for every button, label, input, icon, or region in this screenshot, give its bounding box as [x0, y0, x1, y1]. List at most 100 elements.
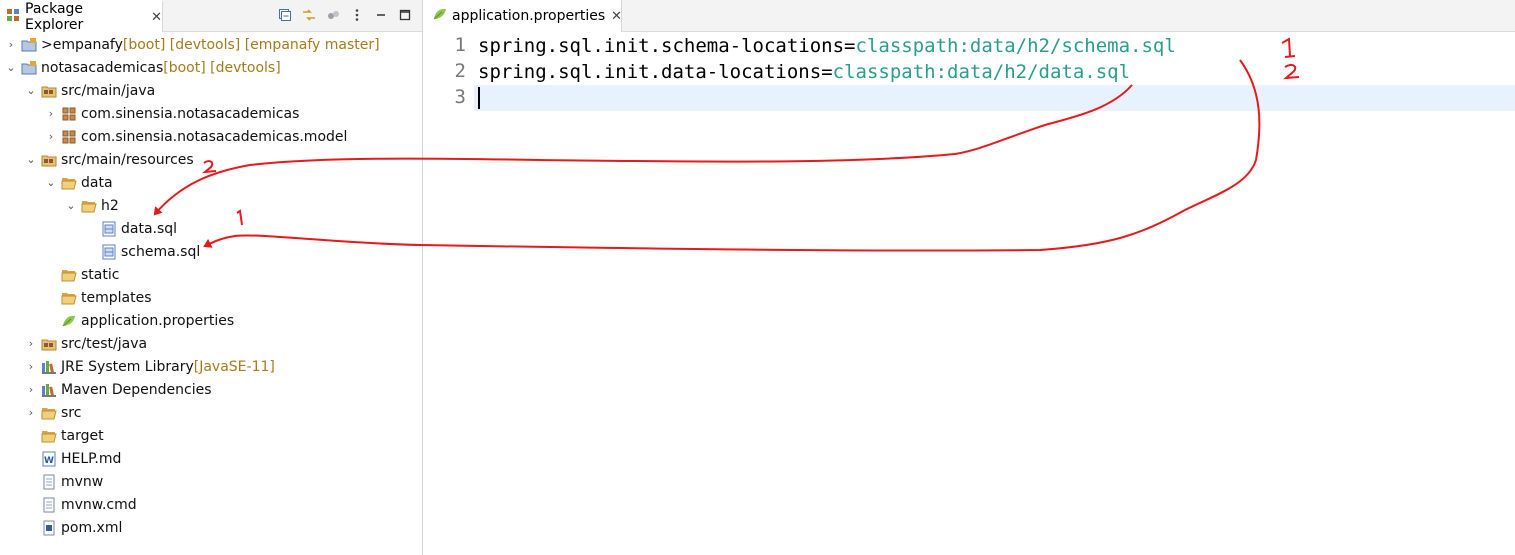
current-line-highlight	[474, 85, 1515, 111]
property-value: classpath:data/h2/schema.sql	[855, 35, 1176, 57]
tree-item-static[interactable]: static	[44, 263, 119, 286]
property-separator: =	[821, 61, 833, 83]
tree-item-pkg-model[interactable]: › com.sinensia.notasacademicas.model	[44, 125, 348, 148]
chevron-down-icon[interactable]: ⌄	[24, 84, 38, 97]
source-folder-icon	[41, 336, 57, 352]
tree-item-src-test-java[interactable]: › src/test/java	[24, 332, 147, 355]
close-icon[interactable]: ✕	[611, 9, 622, 24]
chevron-right-icon[interactable]: ›	[24, 383, 38, 396]
chevron-right-icon[interactable]: ›	[44, 130, 58, 143]
folder-open-icon	[61, 175, 77, 191]
tree-item-jre[interactable]: › JRE System Library [JavaSE-11]	[24, 355, 275, 378]
tree-item-pkg-root[interactable]: › com.sinensia.notasacademicas	[44, 102, 300, 125]
link-with-editor-icon[interactable]	[300, 6, 318, 24]
code-line-3[interactable]	[478, 85, 480, 111]
view-toolbar	[276, 6, 414, 24]
library-icon	[41, 359, 57, 375]
chevron-right-icon[interactable]: ›	[4, 38, 18, 51]
code-line-2[interactable]: spring.sql.init.data-locations = classpath…	[478, 59, 1130, 85]
minimize-icon[interactable]	[372, 6, 390, 24]
source-folder-icon	[41, 152, 57, 168]
close-icon[interactable]: ✕	[151, 10, 162, 25]
maximize-icon[interactable]	[396, 6, 414, 24]
explorer-tabbar: Package Explorer ✕	[0, 0, 422, 33]
tree-item-src[interactable]: › src	[24, 401, 82, 424]
tree-item-mvnw[interactable]: mvnw	[24, 470, 103, 493]
tree-item-label: JRE System Library	[61, 358, 194, 375]
tree-item-label: HELP.md	[61, 450, 122, 467]
property-separator: =	[844, 35, 856, 57]
tree-item-label: src/test/java	[61, 335, 148, 352]
tree-item-label: schema.sql	[121, 243, 201, 260]
tree-item-data[interactable]: ⌄ data	[44, 171, 113, 194]
chevron-right-icon[interactable]: ›	[44, 107, 58, 120]
spring-leaf-icon	[61, 313, 77, 329]
view-menu-icon[interactable]	[348, 6, 366, 24]
tree-item-label: com.sinensia.notasacademicas.model	[81, 128, 348, 145]
tab-application-properties[interactable]: application.properties ✕	[424, 0, 622, 32]
tree-item-target[interactable]: target	[24, 424, 104, 447]
line-number: 1	[454, 34, 466, 56]
text-file-icon	[41, 497, 57, 513]
tree-item-maven-deps[interactable]: › Maven Dependencies	[24, 378, 212, 401]
tree-item-schema-sql[interactable]: schema.sql	[84, 240, 200, 263]
chevron-right-icon[interactable]: ›	[24, 337, 38, 350]
collapse-all-icon[interactable]	[276, 6, 294, 24]
svg-text:W: W	[44, 456, 54, 466]
xml-file-icon	[41, 520, 57, 536]
tree-item-empanafy[interactable]: › > empanafy [boot] [devtools] [empanafy …	[4, 33, 380, 56]
line-number-ruler: 1 2 3	[424, 33, 474, 555]
property-key: spring.sql.init.schema-locations	[478, 35, 845, 57]
tree-item-notasacademicas[interactable]: ⌄ notasacademicas [boot] [devtools]	[4, 56, 280, 79]
chevron-right-icon[interactable]: ›	[24, 360, 38, 373]
package-icon	[61, 129, 77, 145]
tree-item-help-md[interactable]: W HELP.md	[24, 447, 121, 470]
folder-open-icon	[61, 290, 77, 306]
tree-item-label: h2	[101, 197, 119, 214]
tree-item-label: data	[81, 174, 113, 191]
folder-open-icon	[81, 198, 97, 214]
tree-item-decoration: [JavaSE-11]	[193, 358, 275, 375]
property-key: spring.sql.init.data-locations	[478, 61, 822, 83]
vcs-dirty-marker: >	[41, 36, 53, 53]
editor-tabbar: application.properties ✕	[424, 0, 1515, 32]
package-explorer-view: Package Explorer ✕ › > empanafy [boot] […	[0, 0, 423, 555]
project-icon	[21, 37, 37, 53]
tree-item-label: static	[81, 266, 120, 283]
tree-item-src-main-resources[interactable]: ⌄ src/main/resources	[24, 148, 194, 171]
text-caret	[478, 87, 480, 109]
chevron-right-icon[interactable]: ›	[24, 406, 38, 419]
folder-open-icon	[41, 428, 57, 444]
tab-label: application.properties	[452, 8, 606, 24]
tree-item-pom-xml[interactable]: pom.xml	[24, 516, 122, 539]
spring-leaf-icon	[432, 7, 448, 25]
chevron-down-icon[interactable]: ⌄	[24, 153, 38, 166]
chevron-down-icon[interactable]: ⌄	[44, 176, 58, 189]
tree-item-label: src/main/java	[61, 82, 156, 99]
sql-file-icon	[101, 244, 117, 260]
chevron-down-icon[interactable]: ⌄	[4, 61, 18, 74]
code-line-1[interactable]: spring.sql.init.schema-locations = classpa…	[478, 33, 1176, 59]
tree-item-label: src/main/resources	[61, 151, 194, 168]
chevron-down-icon[interactable]: ⌄	[64, 199, 78, 212]
tree-item-h2[interactable]: ⌄ h2	[64, 194, 119, 217]
library-icon	[41, 382, 57, 398]
package-explorer-icon	[6, 8, 20, 26]
tree-item-label: src	[61, 404, 82, 421]
project-icon	[21, 60, 37, 76]
property-value: classpath:data/h2/data.sql	[832, 61, 1131, 83]
editor-text-area[interactable]: 123 spring.sql.init.schema-locations = cla…	[424, 33, 1515, 555]
tree-item-src-main-java[interactable]: ⌄ src/main/java	[24, 79, 155, 102]
tree-item-application-properties[interactable]: application.properties	[44, 309, 234, 332]
tree-item-mvnw-cmd[interactable]: mvnw.cmd	[24, 493, 137, 516]
tree-item-templates[interactable]: templates	[44, 286, 152, 309]
tree-item-label: pom.xml	[61, 519, 123, 536]
tree-item-data-sql[interactable]: data.sql	[84, 217, 177, 240]
tab-package-explorer[interactable]: Package Explorer ✕	[0, 0, 163, 33]
tab-label: Package Explorer	[25, 1, 84, 33]
package-icon	[61, 106, 77, 122]
tree-item-label: data.sql	[121, 220, 178, 237]
filters-icon[interactable]	[324, 6, 342, 24]
tree-item-label: application.properties	[81, 312, 235, 329]
line-number: 3	[454, 86, 466, 108]
